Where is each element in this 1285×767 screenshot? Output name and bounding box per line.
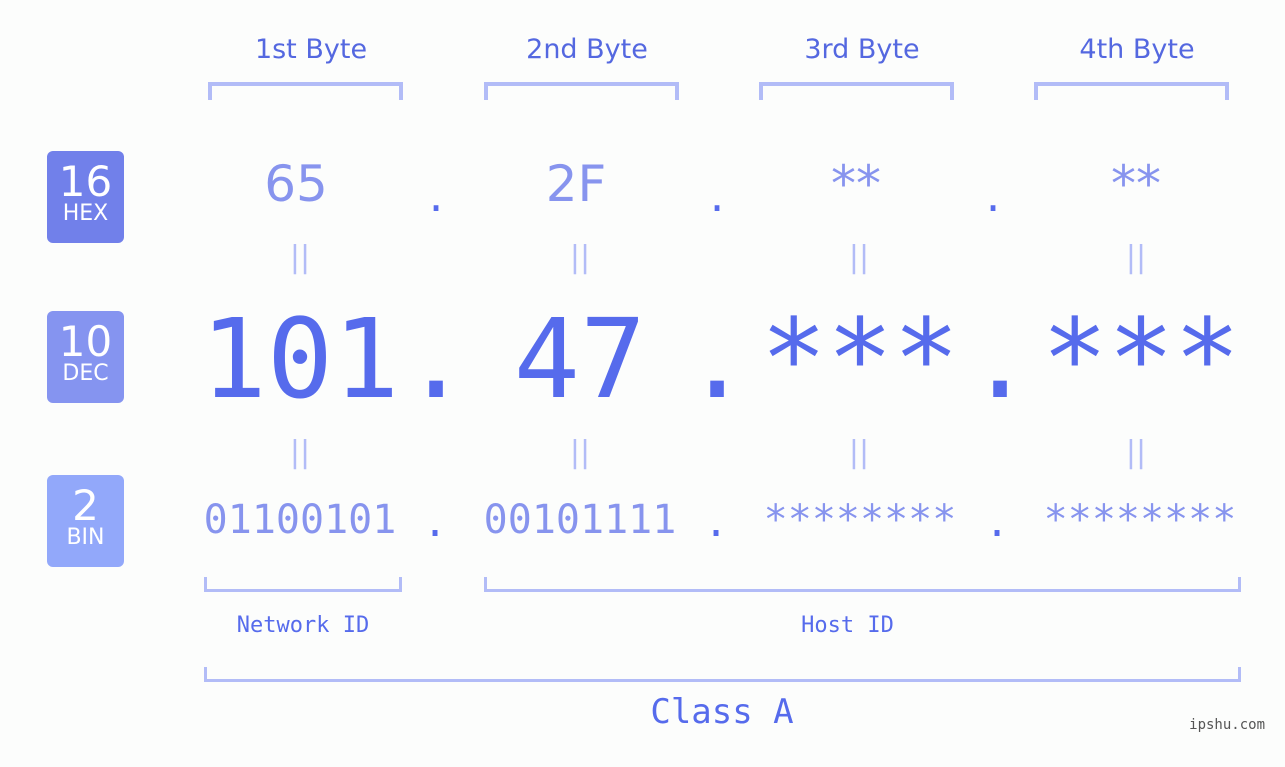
network-id-label: Network ID — [236, 613, 370, 638]
dec-dot-1: . — [403, 295, 470, 423]
byte-label-2: 2nd Byte — [526, 34, 648, 65]
hex-base: 16 — [58, 157, 113, 206]
hex-label: HEX — [62, 201, 109, 226]
byte-bracket-3 — [759, 82, 954, 100]
bin-dot-2: . — [703, 500, 729, 546]
bin-badge: 2 BIN — [47, 475, 124, 567]
byte-label-4: 4th Byte — [1079, 34, 1195, 65]
equals-icon: || — [289, 240, 311, 275]
bin-label: BIN — [66, 525, 105, 550]
byte-label-1: 1st Byte — [254, 34, 368, 65]
dec-base: 10 — [58, 317, 113, 366]
equals-icon: || — [848, 240, 870, 275]
hex-dot-3: . — [985, 168, 1001, 222]
byte-label-3: 3rd Byte — [804, 34, 920, 65]
equals-icon: || — [289, 435, 311, 470]
hex-value-4: ** — [1111, 155, 1161, 213]
watermark: ipshu.com — [1189, 717, 1265, 733]
bin-value-3: ******** — [763, 497, 957, 543]
bin-value-2: 00101111 — [483, 497, 677, 543]
equals-icon: || — [848, 435, 870, 470]
hex-badge: 16 HEX — [47, 151, 124, 243]
byte-bracket-2 — [484, 82, 679, 100]
dec-label: DEC — [62, 361, 109, 386]
dec-badge: 10 DEC — [47, 311, 124, 403]
byte-bracket-4 — [1034, 82, 1229, 100]
dec-value-3: *** — [760, 295, 960, 423]
dec-dot-2: . — [684, 295, 751, 423]
equals-icon: || — [569, 435, 591, 470]
dec-dot-3: . — [967, 295, 1034, 423]
dec-value-4: *** — [1041, 295, 1241, 423]
host-id-bracket — [484, 577, 1241, 592]
byte-bracket-1 — [208, 82, 403, 100]
dec-value-2: 47 — [513, 295, 647, 423]
class-label: Class A — [650, 692, 794, 732]
bin-value-4: ******** — [1043, 497, 1237, 543]
hex-dot-2: . — [709, 168, 725, 222]
class-bracket — [204, 667, 1241, 682]
hex-dot-1: . — [428, 168, 444, 222]
bin-base: 2 — [72, 481, 99, 530]
bin-dot-1: . — [422, 500, 448, 546]
equals-icon: || — [1125, 435, 1147, 470]
dec-value-1: 101 — [200, 295, 400, 423]
host-id-label: Host ID — [801, 613, 894, 638]
bin-dot-3: . — [984, 500, 1010, 546]
hex-value-1: 65 — [264, 155, 328, 213]
hex-value-3: ** — [831, 155, 881, 213]
hex-value-2: 2F — [545, 155, 607, 213]
equals-icon: || — [1125, 240, 1147, 275]
bin-value-1: 01100101 — [203, 497, 397, 543]
equals-icon: || — [569, 240, 591, 275]
network-id-bracket — [204, 577, 402, 592]
